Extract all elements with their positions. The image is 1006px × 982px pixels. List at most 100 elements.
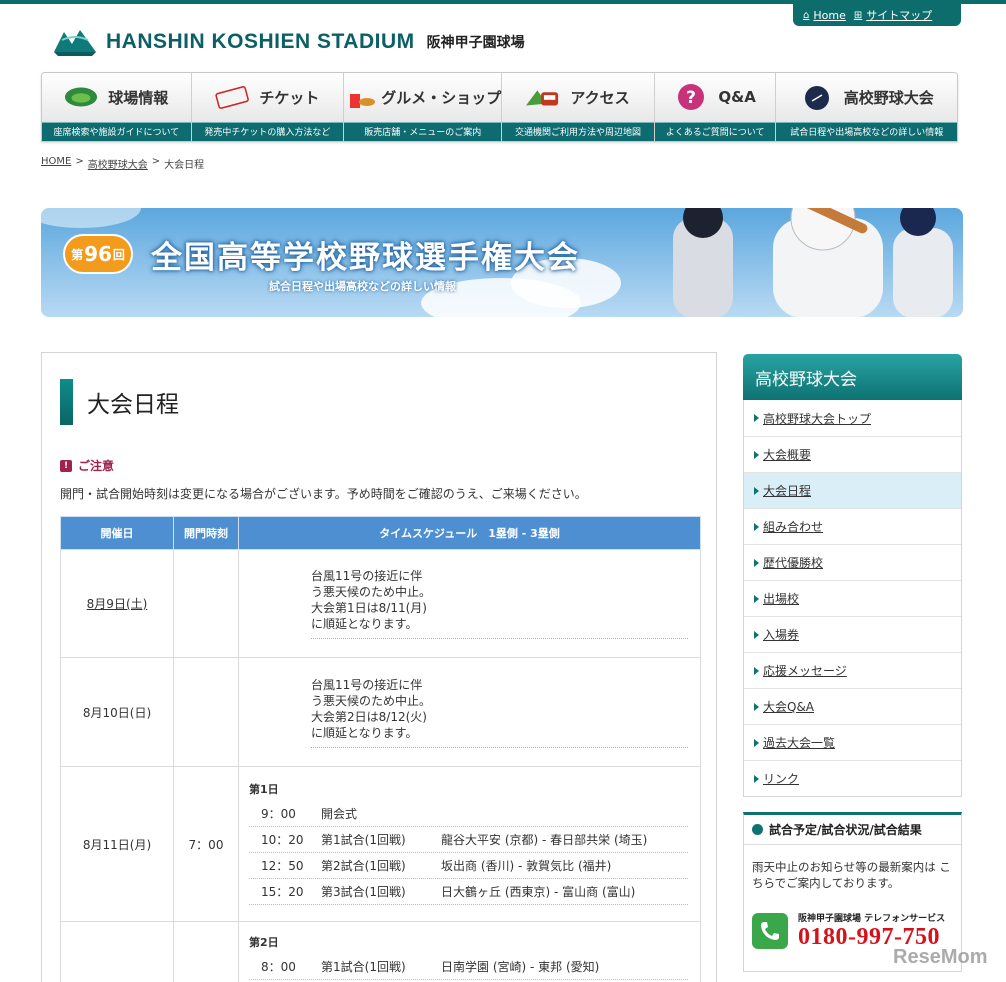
date-cell: 8月11日(月)	[60, 766, 174, 922]
game-row: 15：20 第3試合(1回戦) 日大鶴ヶ丘 (西東京) - 富山商 (富山)	[249, 879, 688, 905]
sidebar-item-label[interactable]: 出場校	[763, 590, 799, 607]
game-time: 12：50	[261, 859, 304, 873]
game-matchup: 日大鶴ヶ丘 (西東京) - 富山商 (富山)	[441, 885, 636, 899]
sidebar-item-label[interactable]: リンク	[763, 770, 799, 787]
nav-access[interactable]: アクセス 交通機関ご利用方法や周辺地図	[502, 73, 655, 141]
sidebar-item-tickets[interactable]: 入場券	[744, 616, 961, 652]
sitemap-link[interactable]: ⊞ サイトマップ	[854, 7, 932, 23]
edition-badge: 第 96 回	[63, 234, 133, 274]
sidebar-item-label[interactable]: 大会日程	[763, 482, 811, 499]
banner-subtitle: 試合日程や出場高校などの詳しい情報	[269, 280, 456, 293]
nav-sublabel: 交通機関ご利用方法や周辺地図	[502, 121, 654, 141]
message-line: 大会第1日は8/11(月)	[311, 601, 427, 615]
sidebar-item-label[interactable]: 過去大会一覧	[763, 734, 835, 751]
sidebar-item-messages[interactable]: 応援メッセージ	[744, 652, 961, 688]
game-row: 8：00 第1試合(1回戦) 日南学園 (宮崎) - 東邦 (愛知)	[249, 954, 688, 980]
sidebar-item-bracket[interactable]: 組み合わせ	[744, 508, 961, 544]
cancel-message: 台風11号の接近に伴 う悪天候のため中止。 大会第1日は8/11(月) に順延と…	[311, 568, 688, 639]
breadcrumb-home[interactable]: HOME	[41, 156, 71, 171]
home-icon: ⌂	[803, 9, 810, 21]
sidebar-item-schools[interactable]: 出場校	[744, 580, 961, 616]
message-line: 台風11号の接近に伴	[311, 569, 423, 583]
date-cell	[60, 921, 174, 982]
nav-gourmet-shop[interactable]: グルメ・ショップ 販売店舗・メニューのご案内	[344, 73, 503, 141]
table-row: 8月11日(月) 7：00 第1日 9：00 開会式 10：20 第1試合(1回戦)…	[60, 766, 701, 922]
arrow-right-icon	[754, 522, 759, 531]
nav-qa[interactable]: ? Q&A よくあるご質問について	[654, 73, 777, 141]
edition-number: 96	[84, 242, 112, 266]
cloud-shape	[41, 208, 141, 228]
nav-label: チケット	[259, 88, 320, 107]
schedule-cell: 台風11号の接近に伴 う悪天候のため中止。 大会第1日は8/11(月) に順延と…	[238, 549, 701, 658]
telephone-service: 阪神甲子園球場 テレフォンサービス 0180-997-750	[752, 911, 945, 951]
page-heading: 大会日程	[87, 392, 179, 418]
gate-cell	[173, 549, 239, 658]
sidebar-item-links[interactable]: リンク	[744, 760, 961, 796]
nav-label: アクセス	[570, 88, 630, 107]
title-accent-bar	[60, 379, 73, 425]
breadcrumb-parent[interactable]: 高校野球大会	[88, 156, 148, 171]
watermark-logo: ReseMom	[893, 946, 988, 968]
message-line: う悪天候のため中止。	[311, 585, 432, 599]
sidebar-item-qa[interactable]: 大会Q&A	[744, 688, 961, 724]
sidebar-item-schedule[interactable]: 大会日程	[744, 472, 961, 508]
arrow-right-icon	[754, 594, 759, 603]
column-header-gate: 開門時刻	[173, 516, 239, 550]
nav-high-school-baseball[interactable]: 高校野球大会 試合日程や出場高校などの詳しい情報	[776, 73, 957, 141]
schedule-cell: 第1日 9：00 開会式 10：20 第1試合(1回戦) 龍谷大平安 (京都) - 春…	[238, 766, 701, 922]
home-link-label: Home	[813, 8, 846, 22]
schedule-cell: 台風11号の接近に伴 う悪天候のため中止。 大会第2日は8/12(火) に順延と…	[238, 657, 701, 767]
phone-icon	[752, 913, 788, 949]
tel-label: 阪神甲子園球場 テレフォンサービス	[798, 914, 946, 924]
nav-stadium-info[interactable]: 球場情報 座席検索や施設ガイドについて	[42, 73, 192, 141]
game-row: 12：50 第2試合(1回戦) 坂出商 (香川) - 敦賀気比 (福井)	[249, 853, 688, 879]
nav-sublabel: よくあるご質問について	[654, 121, 776, 141]
column-header-date: 開催日	[60, 516, 174, 550]
game-time: 8：00	[261, 960, 296, 974]
ticket-icon	[215, 82, 250, 112]
sidebar-item-label[interactable]: 入場券	[763, 626, 799, 643]
schedule-cell: 第2日 8：00 第1試合(1回戦) 日南学園 (宮崎) - 東邦 (愛知)	[238, 921, 701, 982]
baseball-helmet-icon	[800, 82, 834, 112]
sidebar-item-label[interactable]: 大会Q&A	[763, 698, 814, 715]
table-row: 第2日 8：00 第1試合(1回戦) 日南学園 (宮崎) - 東邦 (愛知)	[60, 921, 701, 982]
game-name: 第3試合(1回戦)	[321, 885, 406, 899]
sidebar-item-label[interactable]: 高校野球大会トップ	[763, 410, 871, 427]
message-line: う悪天候のため中止。	[311, 693, 432, 708]
sidebar-item-label[interactable]: 大会概要	[763, 446, 811, 463]
column-header-schedule: タイムスケジュール 1塁側 - 3塁側	[238, 516, 701, 550]
question-icon: ?	[674, 82, 708, 112]
game-name: 開会式	[321, 807, 358, 821]
alert-icon: !	[60, 459, 72, 472]
breadcrumb: HOME > 高校野球大会 > 大会日程	[41, 156, 204, 171]
sidebar-item-top[interactable]: 高校野球大会トップ	[744, 400, 961, 436]
stadium-icon	[64, 82, 98, 112]
site-logo[interactable]: HANSHIN KOSHIEN STADIUM 阪神甲子園球場	[52, 24, 525, 60]
message-line: に順延となります。	[311, 617, 418, 631]
date-link[interactable]: 8月9日(土)	[87, 597, 148, 611]
sidebar-item-past-champions[interactable]: 歴代優勝校	[744, 544, 961, 580]
stadium-logo-icon	[54, 30, 96, 56]
nav-label: 球場情報	[108, 88, 169, 107]
sidebar-item-overview[interactable]: 大会概要	[744, 436, 961, 472]
arrow-right-icon	[754, 702, 759, 711]
main-content: 大会日程 ! ご注意 開門・試合開始時刻は変更になる場合がございます。予め時間を…	[41, 352, 717, 982]
game-time: 15：20	[261, 885, 304, 899]
sidebar-item-label[interactable]: 応援メッセージ	[763, 662, 847, 679]
arrow-right-icon	[754, 738, 759, 747]
page-title: 大会日程	[60, 379, 179, 425]
nav-ticket[interactable]: チケット 発売中チケットの購入方法など	[191, 73, 345, 141]
notice-title-text: ご注意	[78, 459, 115, 473]
sidebar-item-label[interactable]: 歴代優勝校	[763, 554, 823, 571]
message-line: 台風11号の接近に伴	[311, 677, 423, 692]
day-label: 第1日	[249, 783, 279, 796]
sidebar-item-past-tournaments[interactable]: 過去大会一覧	[744, 724, 961, 760]
home-link[interactable]: ⌂ Home	[803, 9, 846, 22]
game-name: 第1試合(1回戦)	[321, 960, 406, 974]
logo-text-en: HANSHIN KOSHIEN STADIUM	[106, 30, 415, 53]
sidebar: 高校野球大会 高校野球大会トップ 大会概要 大会日程 組み合わせ 歴代優勝校 出…	[743, 354, 962, 797]
date-cell: 8月10日(日)	[60, 657, 174, 767]
game-matchup: 坂出商 (香川) - 敦賀気比 (福井)	[441, 859, 612, 873]
arrow-right-icon	[754, 630, 759, 639]
sidebar-item-label[interactable]: 組み合わせ	[763, 518, 823, 535]
